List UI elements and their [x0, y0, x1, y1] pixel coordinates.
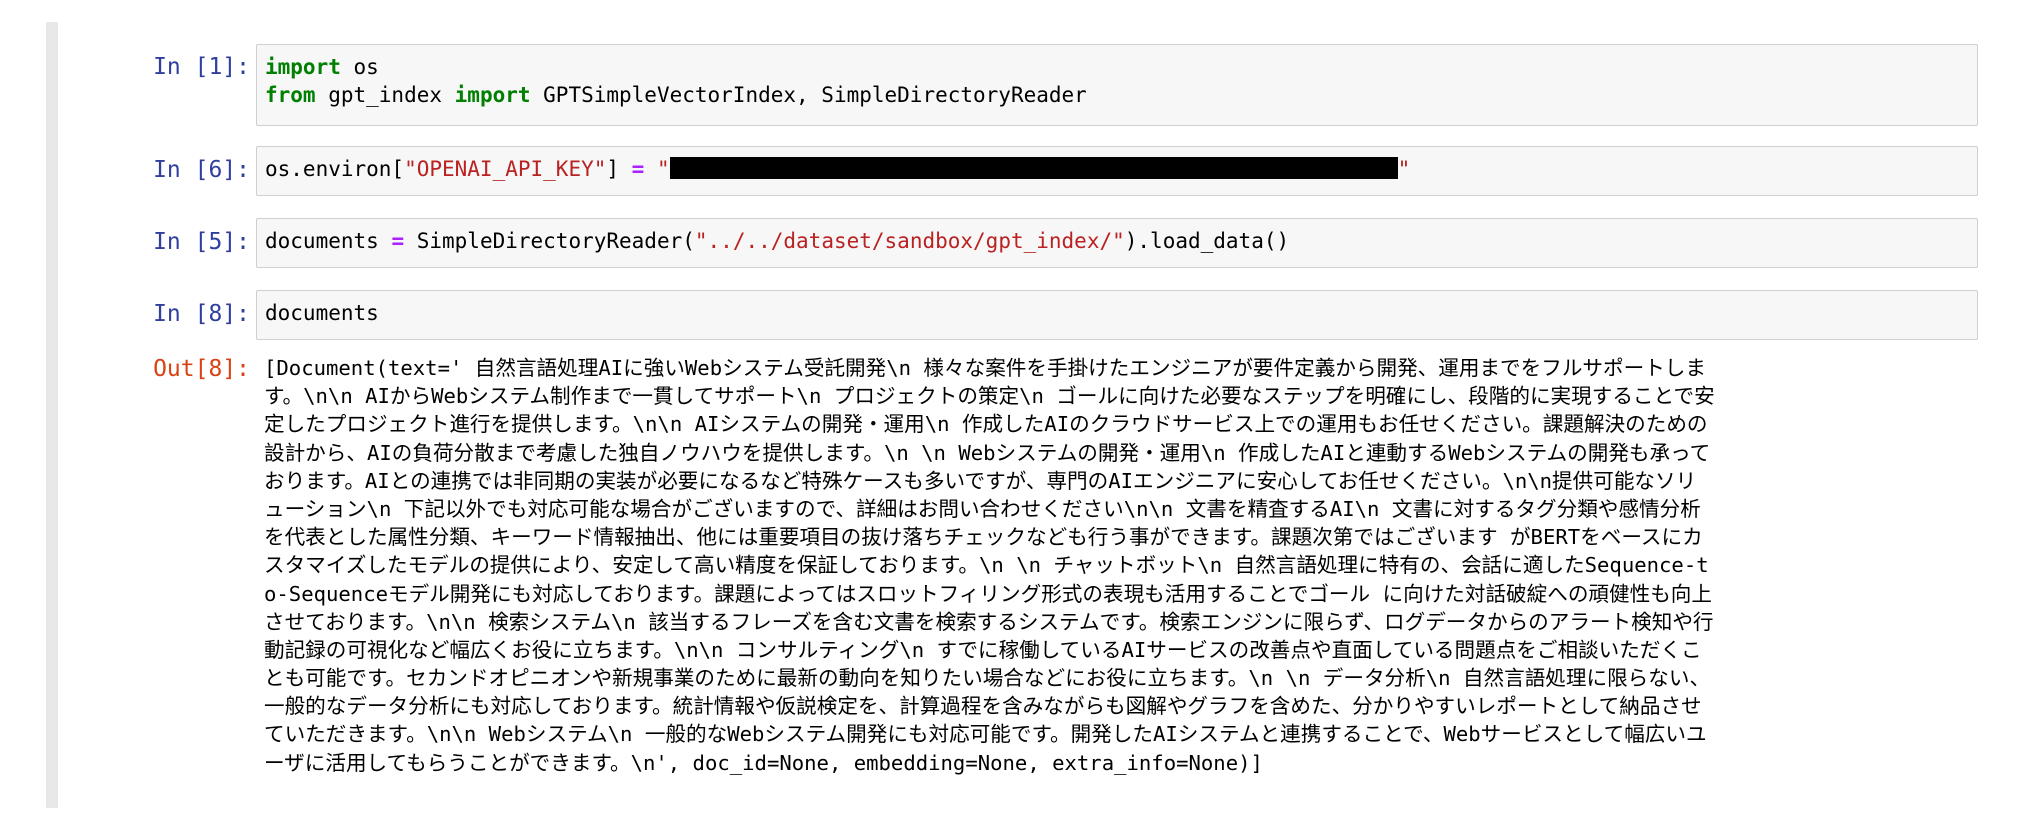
string-literal: "OPENAI_API_KEY"	[404, 157, 607, 181]
code-text: ).load_data()	[1124, 229, 1290, 253]
code-text: GPTSimpleVectorIndex, SimpleDirectoryRea…	[530, 83, 1087, 107]
output-text: [Document(text=' 自然言語処理AIに強いWebシステム受託開発\…	[264, 354, 2004, 777]
code-input[interactable]: documents	[256, 290, 1978, 340]
output-cell: Out[8]: [Document(text=' 自然言語処理AIに強いWebシ…	[60, 350, 1980, 790]
notebook-page: In [1]: import os from gpt_index import …	[0, 0, 2030, 820]
code-text: documents	[265, 229, 392, 253]
code-cell-4[interactable]: In [8]: documents	[60, 288, 1980, 340]
output-line: ていただきます。\n\n Webシステム\n 一般的なWebシステム開発にも対応…	[264, 722, 1707, 747]
output-line: ューション\n 下記以外でも対応可能な場合がございますので、詳細はお問い合わせく…	[264, 496, 1701, 521]
output-line: を代表とした属性分類、キーワード情報抽出、他には重要項目の抜け落ちチェックなども…	[264, 525, 1703, 550]
output-line: させております。\n\n 検索システム\n 該当するフレーズを含む文書を検索する…	[264, 609, 1714, 634]
output-line: [Document(text=' 自然言語処理AIに強いWebシステム受託開発\…	[264, 356, 1706, 380]
output-line: とも可能です。セカンドオピニオンや新規事業のために最新の動向を知りたい場合などに…	[264, 666, 1711, 691]
string-literal: "	[644, 157, 670, 181]
code-input[interactable]: os.environ["OPENAI_API_KEY"] = " "	[256, 146, 1978, 196]
code-cell-3[interactable]: In [5]: documents = SimpleDirectoryReade…	[60, 216, 1980, 268]
output-prompt: Out[8]:	[153, 356, 250, 382]
code-text: os.environ[	[265, 157, 405, 181]
keyword: from	[265, 83, 316, 107]
code-cell-2[interactable]: In [6]: os.environ["OPENAI_API_KEY"] = "…	[60, 144, 1980, 196]
input-prompt: In [6]:	[153, 157, 250, 183]
output-line: o-Sequenceモデル開発にも対応しております。課題によってはスロットフィリ…	[264, 581, 1712, 606]
code-text: SimpleDirectoryReader(	[404, 229, 695, 253]
redacted-api-key	[669, 157, 1398, 179]
code-text: gpt_index	[315, 83, 455, 107]
output-line: スタマイズしたモデルの提供により、安定して高い精度を保証しております。\n \n…	[264, 553, 1709, 578]
output-line: 設計から、AIの負荷分散まで考慮した独自ノウハウを提供します。\n \n Web…	[264, 440, 1711, 465]
output-line: おります。AIとの連携では非同期の実装が必要になるなど特殊ケースも多いですが、専…	[264, 468, 1697, 493]
keyword: import	[454, 83, 531, 107]
input-prompt: In [8]:	[153, 301, 250, 327]
output-line: 定したプロジェクト進行を提供します。\n\n AIシステムの開発・運用\n 作成…	[264, 412, 1708, 437]
code-cell-1[interactable]: In [1]: import os from gpt_index import …	[60, 42, 1980, 126]
input-prompt: In [1]:	[153, 54, 250, 80]
output-line: 一般的なデータ分析にも対応しております。統計情報や仮説検定を、計算過程を含みなが…	[264, 694, 1702, 719]
code-text: ]	[606, 157, 632, 181]
code-input[interactable]: documents = SimpleDirectoryReader("../..…	[256, 218, 1978, 268]
input-prompt: In [5]:	[153, 229, 250, 255]
output-line: す。\n\n AIからWebシステム制作まで一貫してサポート\n プロジェクトの…	[264, 384, 1715, 409]
output-line: ーザに活用してもらうことができます。\n', doc_id=None, embe…	[264, 750, 1263, 775]
code-text: documents	[265, 301, 379, 325]
code-input[interactable]: import os from gpt_index import GPTSimpl…	[256, 44, 1978, 126]
cell-selection-bar[interactable]	[46, 22, 58, 808]
code-text: os	[340, 55, 379, 79]
keyword: import	[265, 55, 341, 79]
string-literal: "../../dataset/sandbox/gpt_index/"	[694, 229, 1125, 253]
string-literal: "	[1397, 157, 1411, 181]
output-line: 動記録の可視化など幅広くお役に立ちます。\n\n コンサルティング\n すでに稼…	[264, 637, 1702, 662]
operator: =	[391, 229, 405, 253]
operator: =	[631, 157, 645, 181]
